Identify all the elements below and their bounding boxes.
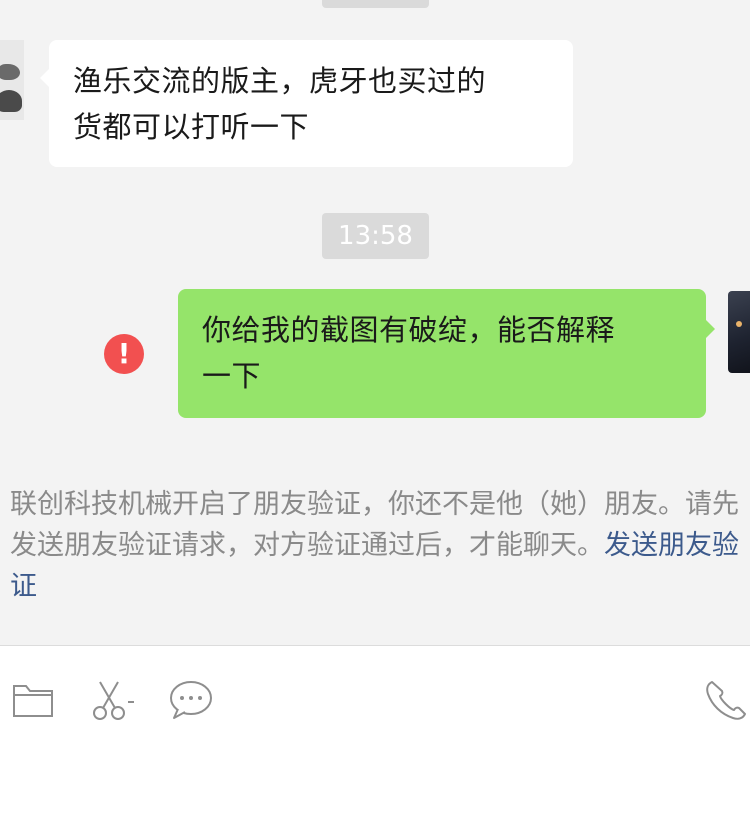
- incoming-message-line: 货都可以打听一下: [73, 110, 310, 144]
- outgoing-message-line: 一下: [202, 359, 262, 393]
- friend-verification-notice: 联创科技机械开启了朋友验证，你还不是他（她）朋友。请先发送朋友验证请求，对方验证…: [10, 484, 750, 607]
- phone-icon[interactable]: [703, 678, 750, 722]
- chat-history[interactable]: 渔乐交流的版主，虎牙也买过的 货都可以打听一下 13:58 ! 你给我的截图有破…: [0, 0, 750, 645]
- contact-avatar[interactable]: [0, 40, 24, 120]
- my-avatar[interactable]: [728, 291, 750, 373]
- outgoing-message-line: 你给我的截图有破绽，能否解释: [202, 313, 616, 347]
- chat-bubble-icon[interactable]: [168, 678, 216, 722]
- incoming-message-bubble[interactable]: 渔乐交流的版主，虎牙也买过的 货都可以打听一下: [40, 40, 573, 167]
- outgoing-message-bubble[interactable]: 你给我的截图有破绽，能否解释 一下: [178, 289, 715, 418]
- incoming-message-line: 渔乐交流的版主，虎牙也买过的: [73, 64, 487, 98]
- avatar-shape: [0, 64, 20, 80]
- avatar-shape: [736, 321, 742, 327]
- avatar-shape: [0, 90, 22, 112]
- timestamp-badge-top: [322, 0, 429, 8]
- folder-icon[interactable]: [10, 678, 56, 722]
- input-toolbar: [0, 646, 750, 840]
- scissors-icon[interactable]: [90, 678, 140, 722]
- timestamp-badge: 13:58: [322, 213, 429, 259]
- send-failed-icon[interactable]: !: [104, 334, 144, 374]
